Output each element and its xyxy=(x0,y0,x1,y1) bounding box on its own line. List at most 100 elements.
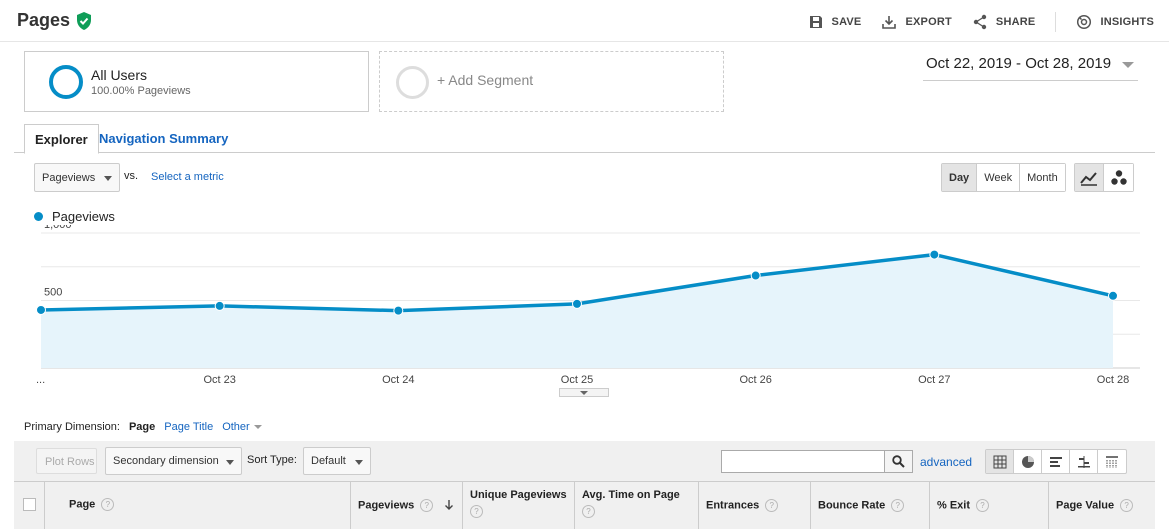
verified-shield-icon xyxy=(77,11,92,30)
table-view-switcher xyxy=(985,449,1127,474)
search-button[interactable] xyxy=(884,450,913,473)
data-point xyxy=(572,298,582,309)
chart-type-toggle xyxy=(1074,163,1134,192)
column-header-page[interactable]: Page? xyxy=(44,482,350,529)
data-point xyxy=(750,270,761,281)
empty-segment-ring xyxy=(396,66,429,99)
dropdown-caret-icon xyxy=(104,176,112,181)
chart-legend: Pageviews xyxy=(34,209,115,224)
share-icon xyxy=(973,14,987,30)
granularity-month-button[interactable]: Month xyxy=(1020,164,1065,191)
column-header-page-value[interactable]: Page Value? xyxy=(1048,482,1155,529)
pageviews-chart: 1,000 500... Oct 23 Oct 24 Oct 25 Oct 26 Oct 2… xyxy=(36,225,1140,386)
sort-type-select[interactable]: Default xyxy=(303,447,371,475)
table-search-input[interactable] xyxy=(721,450,885,473)
data-point xyxy=(929,249,940,260)
column-header-entrances[interactable]: Entrances? xyxy=(698,482,810,529)
x-tick-label: Oct 28 xyxy=(1097,374,1129,386)
granularity-day-button[interactable]: Day xyxy=(942,164,978,191)
column-header-bounce-rate[interactable]: Bounce Rate? xyxy=(810,482,929,529)
pie-view-button[interactable] xyxy=(1014,450,1042,473)
search-icon xyxy=(892,455,905,468)
bubble-chart-icon xyxy=(1110,169,1127,185)
page-title: Pages xyxy=(17,10,92,31)
top-bar: Pages SAVE EXPORT SHARE INSIGHTS xyxy=(0,0,1169,42)
chevron-down-icon xyxy=(253,425,262,430)
comparison-view-button[interactable] xyxy=(1070,450,1098,473)
sort-type-label: Sort Type: xyxy=(247,454,297,466)
help-icon[interactable]: ? xyxy=(420,499,434,512)
save-button[interactable]: SAVE xyxy=(808,14,862,30)
tab-explorer[interactable]: Explorer xyxy=(24,124,99,154)
dropdown-caret-icon xyxy=(226,460,234,465)
column-header-exit-rate[interactable]: % Exit? xyxy=(929,482,1048,529)
chart-collapse-handle[interactable] xyxy=(559,388,609,397)
x-tick-label: ... xyxy=(36,374,45,386)
select-metric-link[interactable]: Select a metric xyxy=(151,171,224,183)
help-icon[interactable]: ? xyxy=(470,505,483,518)
table-toolbar: Plot Rows Secondary dimension Sort Type:… xyxy=(14,441,1155,481)
data-table-view-button[interactable] xyxy=(986,450,1014,473)
x-tick-label: Oct 27 xyxy=(918,374,950,386)
dimension-page-title[interactable]: Page Title xyxy=(164,421,213,433)
secondary-dimension-select[interactable]: Secondary dimension xyxy=(105,447,242,475)
add-segment-button[interactable]: + Add Segment xyxy=(379,51,724,112)
legend-label: Pageviews xyxy=(52,209,115,224)
motion-chart-button[interactable] xyxy=(1104,164,1133,191)
report-actions: SAVE EXPORT SHARE INSIGHTS xyxy=(788,12,1154,32)
line-chart-button[interactable] xyxy=(1075,164,1104,191)
data-point xyxy=(1108,290,1118,301)
dimension-other[interactable]: Other xyxy=(222,421,262,433)
segment-detail: 100.00% Pageviews xyxy=(91,85,191,97)
data-point xyxy=(36,304,46,315)
help-icon[interactable]: ? xyxy=(891,499,905,512)
plot-rows-button[interactable]: Plot Rows xyxy=(36,448,97,474)
vs-label: vs. xyxy=(124,170,139,182)
comparison-icon xyxy=(1077,455,1090,468)
legend-dot xyxy=(34,212,43,221)
segment-name: All Users xyxy=(91,67,148,83)
segment-color-ring xyxy=(49,65,83,99)
segment-all-users[interactable]: All Users 100.00% Pageviews xyxy=(24,51,369,112)
table-header: Page? Pageviews? Unique Pageviews? Avg. … xyxy=(14,481,1155,529)
pivot-table-icon xyxy=(1106,455,1118,468)
dimension-page[interactable]: Page xyxy=(129,421,155,433)
metric-select[interactable]: Pageviews xyxy=(34,163,120,192)
column-header-avg-time-on-page[interactable]: Avg. Time on Page? xyxy=(574,482,698,529)
x-tick-label: Oct 25 xyxy=(561,374,593,386)
dropdown-caret-icon xyxy=(355,460,363,465)
primary-dimension-bar: Primary Dimension: Page Page Title Other xyxy=(24,421,262,433)
select-all-checkbox[interactable] xyxy=(23,498,36,511)
grid-icon xyxy=(993,455,1006,468)
sort-descending-icon xyxy=(445,500,453,510)
help-icon[interactable]: ? xyxy=(101,498,115,511)
insights-button[interactable]: INSIGHTS xyxy=(1076,14,1154,30)
data-point xyxy=(393,305,404,316)
tab-navigation-summary[interactable]: Navigation Summary xyxy=(89,124,238,153)
pie-chart-icon xyxy=(1021,455,1034,468)
help-icon[interactable]: ? xyxy=(976,499,990,512)
insights-icon xyxy=(1077,14,1092,30)
select-all-cell xyxy=(14,482,44,529)
help-icon[interactable]: ? xyxy=(765,499,779,512)
add-segment-label: + Add Segment xyxy=(437,72,534,88)
granularity-week-button[interactable]: Week xyxy=(977,164,1021,191)
chevron-down-icon xyxy=(1122,62,1134,68)
export-button[interactable]: EXPORT xyxy=(881,14,952,30)
save-icon xyxy=(809,16,822,28)
performance-view-button[interactable] xyxy=(1042,450,1070,473)
help-icon[interactable]: ? xyxy=(1120,499,1134,512)
date-range-picker[interactable]: Oct 22, 2019 - Oct 28, 2019 xyxy=(923,55,1138,81)
series-area-fill xyxy=(41,254,1113,368)
column-header-unique-pageviews[interactable]: Unique Pageviews? xyxy=(462,482,574,529)
divider xyxy=(1055,12,1057,32)
share-button[interactable]: SHARE xyxy=(972,14,1036,30)
y-tick-label: 1,000 xyxy=(44,225,72,231)
help-icon[interactable]: ? xyxy=(582,505,595,518)
advanced-filter-link[interactable]: advanced xyxy=(920,455,972,469)
date-range-label: Oct 22, 2019 - Oct 28, 2019 xyxy=(926,55,1112,72)
pivot-view-button[interactable] xyxy=(1098,450,1126,473)
column-header-pageviews[interactable]: Pageviews? xyxy=(350,482,462,529)
data-point xyxy=(214,300,225,311)
x-tick-label: Oct 24 xyxy=(382,374,414,386)
